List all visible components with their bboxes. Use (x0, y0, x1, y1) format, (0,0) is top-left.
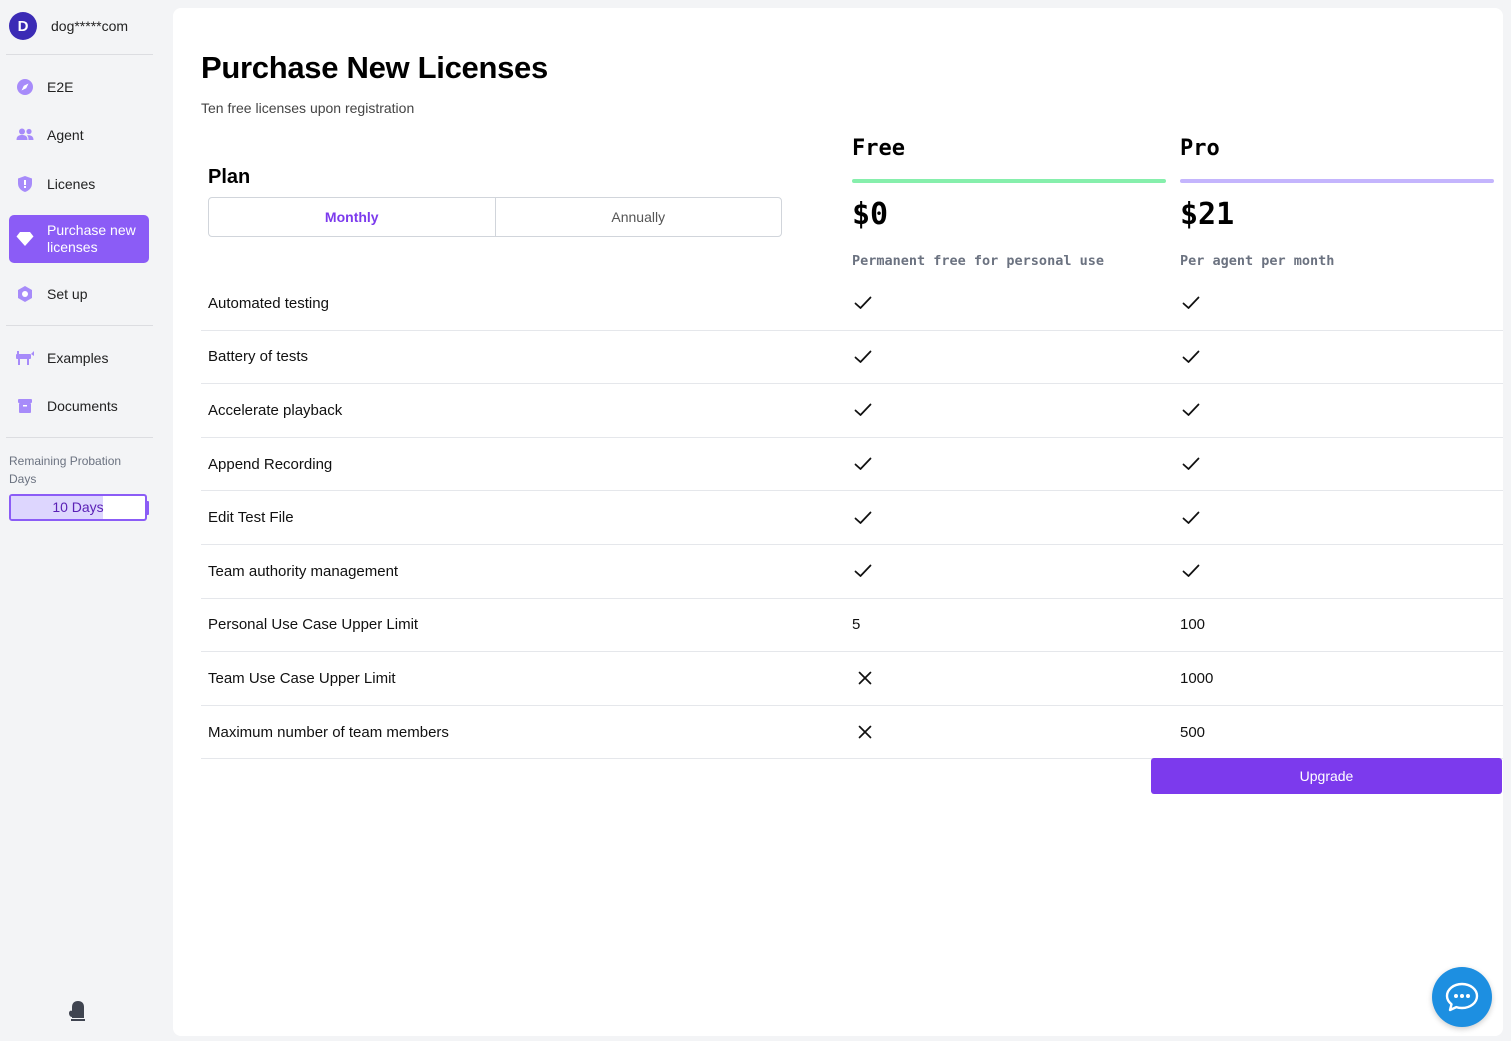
examples-icon (15, 348, 35, 368)
probation-progress: 10 Days (9, 494, 147, 521)
sidebar-item-label: Documents (47, 398, 118, 414)
billing-monthly-option[interactable]: Monthly (209, 198, 495, 236)
free-check-icon (852, 491, 872, 544)
pro-check-icon (1180, 277, 1200, 330)
page-title: Purchase New Licenses (201, 50, 548, 85)
feature-name: Edit Test File (208, 509, 294, 527)
free-check-icon (852, 438, 872, 491)
pro-value: 500 (1180, 723, 1206, 741)
free-cross-icon (852, 706, 872, 759)
sidebar-item-set-up[interactable]: Set up (9, 282, 149, 306)
feature-name: Accelerate playback (208, 401, 343, 419)
free-cross-icon (852, 652, 872, 705)
plan-free: Free $0 Permanent free for personal use (852, 136, 1166, 269)
free-check-icon (852, 545, 872, 598)
sidebar-item-documents[interactable]: Documents (9, 394, 149, 418)
pro-check-icon (1180, 438, 1200, 491)
compass-icon (15, 77, 35, 97)
user-profile[interactable]: D dog*****com (9, 12, 128, 40)
feature-row: Team Use Case Upper Limit 1000 (201, 652, 1503, 706)
avatar[interactable]: D (9, 12, 37, 40)
plan-description: Permanent free for personal use (852, 253, 1104, 269)
free-value: 5 (852, 616, 861, 634)
feature-row: Edit Test File (201, 491, 1503, 545)
pro-check-icon (1180, 491, 1200, 544)
feature-row: Battery of tests (201, 331, 1503, 385)
diamond-icon (15, 229, 35, 249)
users-icon (15, 125, 35, 145)
page-subtitle: Ten free licenses upon registration (201, 100, 415, 116)
plan-description: Per agent per month (1180, 253, 1335, 269)
plan-accent-bar (852, 179, 1166, 183)
user-name: dog*****com (51, 18, 129, 34)
documents-icon (15, 396, 35, 416)
sidebar-item-label: E2E (47, 79, 74, 95)
plan-name: Free (852, 136, 905, 161)
plan-accent-bar (1180, 179, 1494, 183)
chat-button[interactable] (1432, 967, 1492, 1027)
free-check-icon (852, 384, 872, 437)
free-check-icon (852, 277, 872, 330)
probation-marker (145, 501, 149, 515)
plan-pro: Pro $21 Per agent per month (1180, 136, 1494, 269)
sidebar-item-e2e[interactable]: E2E (9, 75, 149, 99)
feature-row: Append Recording (201, 438, 1503, 492)
feature-name: Team authority management (208, 562, 399, 580)
pro-check-icon (1180, 331, 1200, 384)
plan-price: $21 (1180, 197, 1235, 232)
sidebar-item-label: Agent (47, 127, 84, 143)
billing-annually-option[interactable]: Annually (494, 198, 782, 236)
free-check-icon (852, 331, 872, 384)
sidebar-item-agent[interactable]: Agent (9, 123, 149, 147)
bell-icon[interactable] (66, 998, 90, 1024)
sidebar-item-licenes[interactable]: Licenes (9, 172, 149, 196)
sidebar-item-label: Set up (47, 286, 88, 302)
shield-icon (15, 174, 35, 194)
plan-price: $0 (852, 197, 889, 232)
sidebar-item-label: Examples (47, 350, 109, 366)
feature-name: Personal Use Case Upper Limit (208, 616, 419, 634)
billing-toggle: Monthly Annually (208, 197, 782, 237)
pro-check-icon (1180, 545, 1200, 598)
pro-value: 100 (1180, 616, 1206, 634)
hexagon-gear-icon (15, 284, 35, 304)
divider (6, 325, 153, 326)
feature-row: Automated testing (201, 277, 1503, 331)
feature-name: Battery of tests (208, 348, 309, 366)
probation-label: Remaining Probation Days (9, 454, 122, 486)
sidebar: D dog*****com E2E Agent Licenes Purchase… (0, 0, 163, 1041)
divider (6, 54, 153, 55)
sidebar-item-purchase-new-licenses[interactable]: Purchase new licenses (9, 215, 149, 263)
feature-name: Team Use Case Upper Limit (208, 669, 396, 687)
feature-name: Append Recording (208, 455, 333, 473)
feature-row: Maximum number of team members 500 (201, 706, 1503, 760)
upgrade-button[interactable]: Upgrade (1151, 758, 1502, 794)
chat-bubble-icon (1445, 982, 1479, 1012)
sidebar-item-label: Licenes (47, 176, 96, 192)
main-card: Purchase New Licenses Ten free licenses … (173, 8, 1503, 1036)
pro-value: 1000 (1180, 669, 1214, 687)
sidebar-item-label: Purchase new licenses (47, 222, 136, 255)
feature-row: Accelerate playback (201, 384, 1503, 438)
feature-name: Automated testing (208, 294, 329, 312)
feature-name: Maximum number of team members (208, 723, 449, 741)
divider (6, 437, 153, 438)
pro-check-icon (1180, 384, 1200, 437)
feature-row: Personal Use Case Upper Limit 5 100 (201, 599, 1503, 653)
feature-table: Automated testing Battery of tests Acceler… (201, 277, 1503, 760)
probation-days: 10 Days (52, 499, 104, 515)
feature-row: Team authority management (201, 545, 1503, 599)
sidebar-item-examples[interactable]: Examples (9, 346, 149, 370)
plan-label: Plan (208, 166, 251, 188)
plan-name: Pro (1180, 136, 1220, 161)
